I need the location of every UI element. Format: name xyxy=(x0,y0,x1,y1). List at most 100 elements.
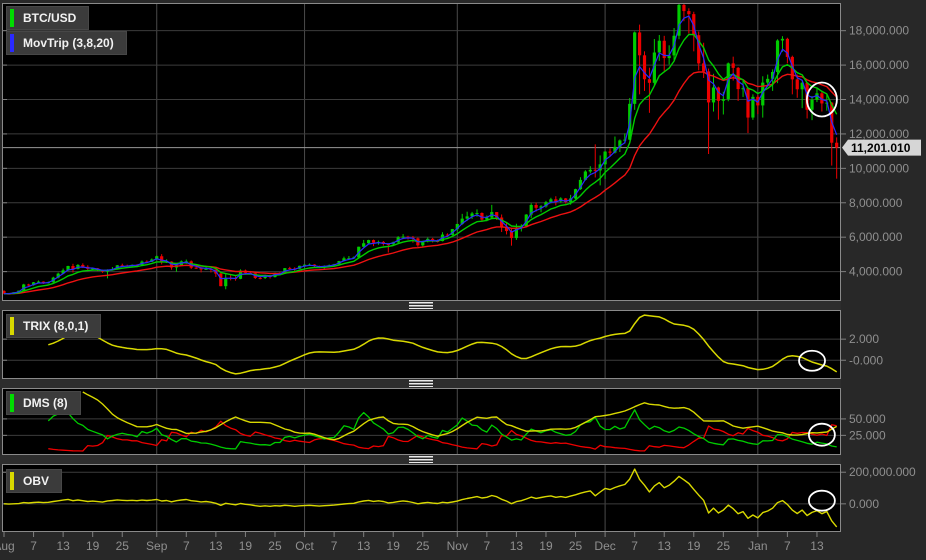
y-axis-label-price: 4,000.000 xyxy=(849,265,903,279)
splitter-grip-icon[interactable] xyxy=(408,456,433,463)
x-axis-label: 7 xyxy=(30,539,37,553)
x-axis-label: 19 xyxy=(86,539,100,553)
x-axis-label: Aug xyxy=(0,539,15,553)
y-axis-label-price: 18,000.000 xyxy=(849,24,909,38)
y-axis-label-dms: 25.000 xyxy=(849,428,886,442)
splitter-grip-icon[interactable] xyxy=(408,380,433,387)
x-axis-label: 13 xyxy=(357,539,371,553)
trading-chart-window: 18,000.000 16,000.000 14,000.000 12,000.000… xyxy=(0,0,926,560)
candle-body xyxy=(194,267,198,269)
candle-body xyxy=(795,79,799,90)
x-axis-label: 13 xyxy=(56,539,70,553)
x-axis-label: 25 xyxy=(268,539,282,553)
candle-body xyxy=(637,32,642,56)
x-axis-label: Dec xyxy=(594,539,615,553)
panel-splitter-2[interactable] xyxy=(0,379,841,388)
candle-body xyxy=(401,236,405,238)
series-swatch-price xyxy=(10,9,14,27)
series-swatch-movtrip xyxy=(10,34,14,52)
legend-trix[interactable]: TRIX (8,0,1) xyxy=(6,314,102,338)
y-axis-label-price: 16,000.000 xyxy=(849,58,909,72)
x-axis-label: Oct xyxy=(295,539,314,553)
y-axis-label-price: 6,000.000 xyxy=(849,230,903,244)
panel-splitter-1[interactable] xyxy=(0,301,841,310)
candle-body xyxy=(288,268,292,270)
x-axis-label: 7 xyxy=(784,539,791,553)
legend-movtrip-label: MovTrip (3,8,20) xyxy=(23,36,114,50)
candle-body xyxy=(682,4,686,12)
candle-body xyxy=(465,216,469,219)
legend-obv[interactable]: OBV xyxy=(6,469,63,493)
y-axis-label-price: 14,000.000 xyxy=(849,93,909,107)
x-axis-label: 19 xyxy=(239,539,253,553)
candle-body xyxy=(219,273,223,287)
candle-body xyxy=(731,63,735,68)
candle-body xyxy=(371,240,376,243)
y-axis-label-price: 10,000.000 xyxy=(849,161,909,175)
candle-body xyxy=(657,40,661,53)
legend-dms-label: DMS (8) xyxy=(23,396,68,410)
candle-body xyxy=(687,11,691,15)
chart-canvas[interactable]: 18,000.000 16,000.000 14,000.000 12,000.000… xyxy=(0,0,926,560)
legend-btcusd[interactable]: BTC/USD xyxy=(6,6,90,30)
candle-body xyxy=(593,169,597,171)
x-axis-label: 13 xyxy=(209,539,223,553)
legend-movtrip[interactable]: MovTrip (3,8,20) xyxy=(6,31,127,55)
legend-obv-label: OBV xyxy=(23,474,50,488)
x-axis-label: 25 xyxy=(717,539,731,553)
candle-body xyxy=(780,38,785,41)
y-axis-label-trix: 2.000 xyxy=(849,332,879,346)
x-axis-label: 19 xyxy=(387,539,401,553)
y-axis-label-price: 8,000.000 xyxy=(849,196,903,210)
x-axis-label: 25 xyxy=(416,539,430,553)
x-axis-label: 13 xyxy=(510,539,524,553)
y-axis-label-dms: 50.000 xyxy=(849,412,886,426)
price-panel[interactable] xyxy=(2,3,841,301)
candle-body xyxy=(711,87,716,103)
candle-body xyxy=(366,240,371,244)
x-axis-label: Jan xyxy=(748,539,767,553)
candle-body xyxy=(27,284,31,286)
panel-splitter-3[interactable] xyxy=(0,455,841,464)
x-axis-label: 19 xyxy=(539,539,553,553)
series-swatch-dms xyxy=(10,394,14,412)
legend-trix-label: TRIX (8,0,1) xyxy=(23,319,89,333)
candle-body xyxy=(224,277,228,287)
x-axis-label: 13 xyxy=(658,539,672,553)
candle-body xyxy=(766,78,770,83)
candle-body xyxy=(475,212,479,214)
candle-body xyxy=(721,99,725,101)
candle-body xyxy=(810,99,814,110)
candle-body xyxy=(588,169,592,172)
y-axis-label-price: 12,000.000 xyxy=(849,127,909,141)
candle-body xyxy=(534,204,538,208)
candle-body xyxy=(746,88,750,118)
y-axis-label-obv: 200,000.000 xyxy=(849,465,916,479)
x-axis-label: 19 xyxy=(687,539,701,553)
candle-body xyxy=(647,79,652,83)
x-axis-label: Nov xyxy=(447,539,468,553)
x-axis-label: 7 xyxy=(631,539,638,553)
x-axis-label: 7 xyxy=(484,539,491,553)
y-axis-label-trix: -0.000 xyxy=(849,353,883,367)
legend-btcusd-label: BTC/USD xyxy=(23,11,77,25)
x-axis-label: 25 xyxy=(116,539,130,553)
trix-panel[interactable] xyxy=(2,310,841,379)
last-price-tag-label: 11,201.010 xyxy=(851,141,911,155)
candle-body xyxy=(608,151,612,153)
candle-body xyxy=(835,142,839,148)
y-axis-label-obv: 0.000 xyxy=(849,497,879,511)
x-axis-label: 7 xyxy=(331,539,338,553)
candle-body xyxy=(642,55,647,80)
candle-body xyxy=(258,277,262,279)
x-axis-label: Sep xyxy=(146,539,168,553)
x-axis-label: 25 xyxy=(569,539,583,553)
legend-dms[interactable]: DMS (8) xyxy=(6,391,81,415)
x-axis-label: 13 xyxy=(810,539,824,553)
x-axis-label: 7 xyxy=(183,539,190,553)
candle-body xyxy=(362,243,366,247)
series-swatch-trix xyxy=(10,317,14,335)
splitter-grip-icon[interactable] xyxy=(408,302,433,309)
series-swatch-obv xyxy=(10,472,14,490)
obv-panel[interactable] xyxy=(2,464,841,532)
